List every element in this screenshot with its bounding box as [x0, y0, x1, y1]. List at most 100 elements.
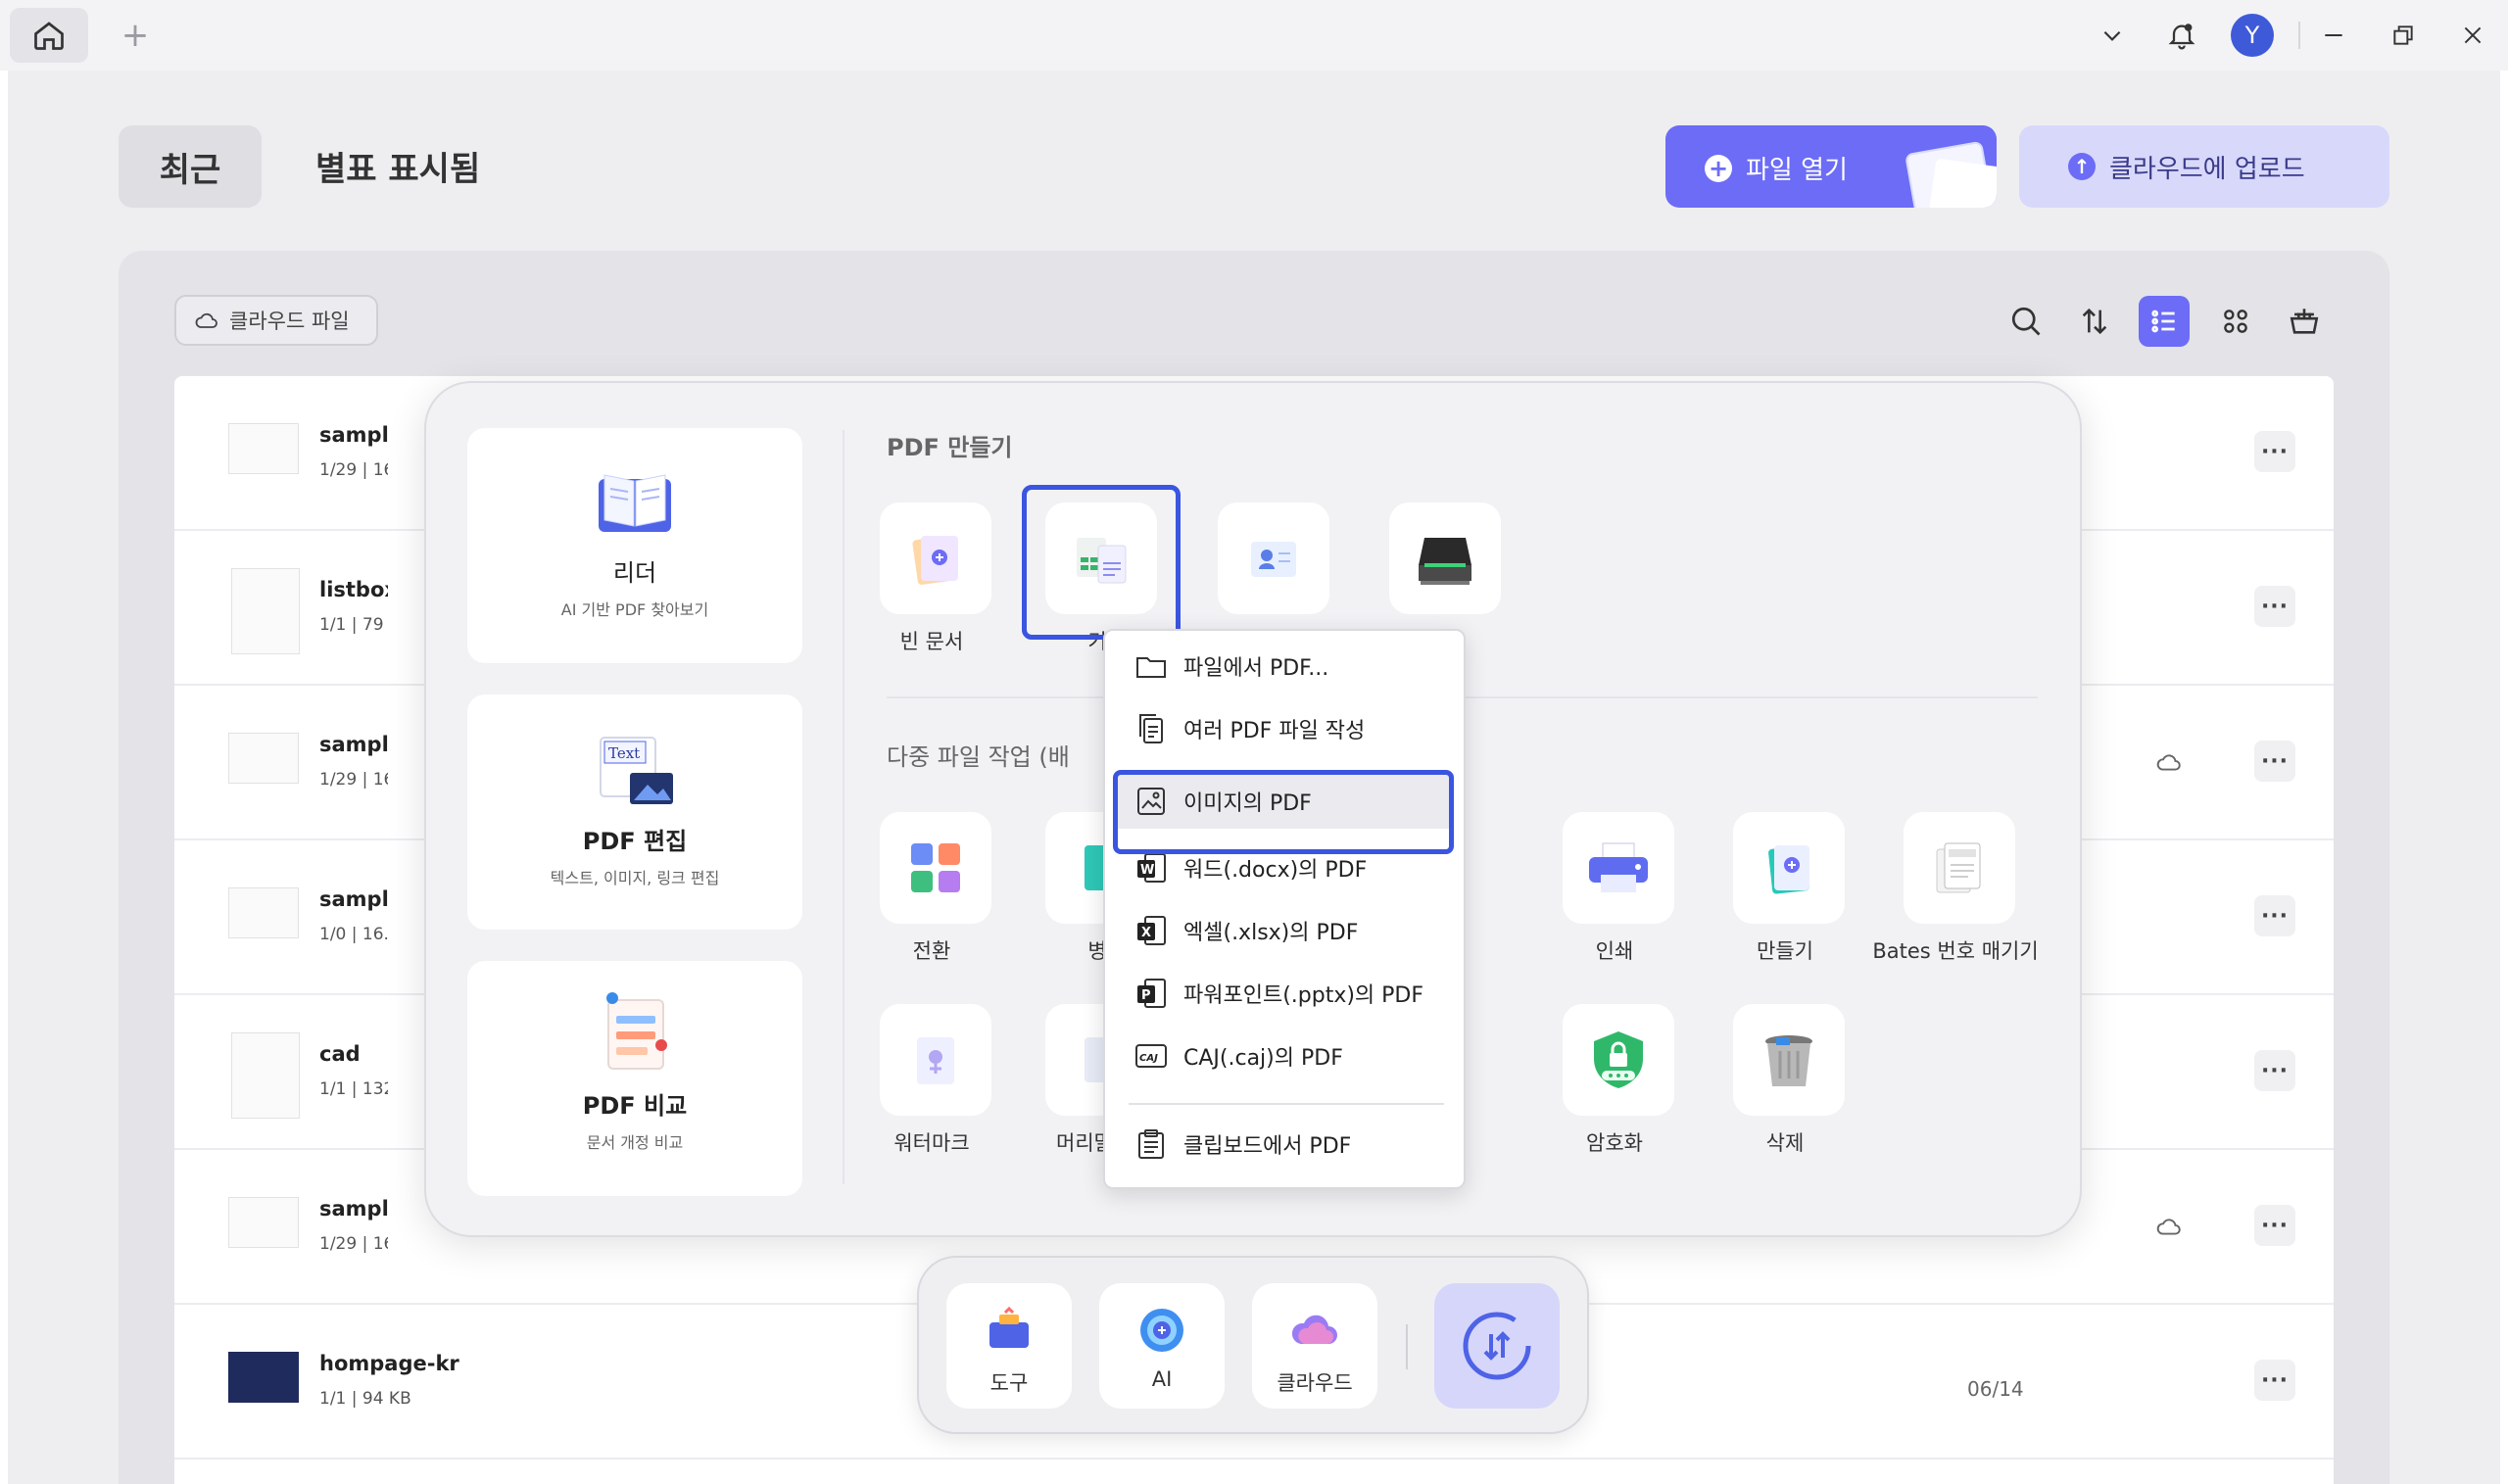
dock-tools-label: 도구: [989, 1371, 1029, 1395]
dock-cloud-button[interactable]: 클라우드: [1252, 1283, 1377, 1409]
more-options-button[interactable]: ···: [2254, 895, 2295, 936]
new-tab-button[interactable]: +: [116, 16, 155, 55]
printer-icon: [1589, 842, 1648, 892]
recycle-bin-button[interactable]: [2279, 296, 2330, 347]
create-batch-tool[interactable]: [1733, 812, 1845, 924]
menu-item-label: 파워포인트(.pptx)의 PDF: [1183, 983, 1424, 1008]
restore-icon: [2393, 25, 2413, 45]
reader-card[interactable]: 리더 AI 기반 PDF 찾아보기: [467, 428, 802, 663]
menu-item-from-file[interactable]: 파일에서 PDF...: [1115, 639, 1454, 694]
grid-view-button[interactable]: [2210, 296, 2261, 347]
dock-divider: [1406, 1324, 1408, 1369]
more-options-button[interactable]: ···: [2254, 1050, 2295, 1091]
convert-tool[interactable]: [880, 812, 991, 924]
edit-pdf-card[interactable]: Text PDF 편집 텍스트, 이미지, 링크 편집: [467, 694, 802, 930]
watermark-tool[interactable]: [880, 1004, 991, 1116]
edit-icon-text: Text: [608, 744, 640, 762]
file-meta: 1/0 | 16.2 MB: [319, 925, 388, 944]
more-options-button[interactable]: ···: [2254, 1360, 2295, 1401]
encrypt-label: 암호화: [1586, 1131, 1643, 1155]
file-thumbnail: [231, 568, 300, 654]
excel-icon: X: [1134, 914, 1168, 947]
dock-ai-label: AI: [1151, 1367, 1173, 1391]
tab-recent[interactable]: 최근: [119, 125, 262, 208]
delete-tool[interactable]: [1733, 1004, 1845, 1116]
scanner-tool[interactable]: [1389, 503, 1501, 614]
file-name: cad: [319, 1042, 361, 1066]
sort-icon: [2082, 308, 2107, 335]
tab-starred[interactable]: 별표 표시됨: [315, 142, 480, 190]
search-button[interactable]: [2001, 296, 2051, 347]
open-file-button[interactable]: + 파일 열기: [1665, 125, 1997, 208]
home-icon: [34, 22, 64, 50]
file-name: sample-file: [319, 423, 388, 447]
convert-label: 전환: [912, 939, 951, 963]
reader-title: 리더: [612, 559, 657, 587]
dock-ai-button[interactable]: AI: [1099, 1283, 1225, 1409]
upload-cloud-button[interactable]: ↑ 클라우드에 업로드: [2019, 125, 2389, 208]
bates-number-icon: [1936, 842, 1981, 893]
file-meta: 1/1 | 94 KB: [319, 1389, 411, 1409]
caj-icon-letters: CAJ: [1139, 1053, 1158, 1064]
edit-pdf-subtitle: 텍스트, 이미지, 링크 편집: [550, 869, 720, 887]
file-name: sample-file: [319, 887, 388, 911]
encrypt-tool[interactable]: [1563, 1004, 1674, 1116]
print-tool[interactable]: [1563, 812, 1674, 924]
dock-tools-button[interactable]: 도구: [946, 1283, 1072, 1409]
menu-item-from-clipboard[interactable]: 클립보드에서 PDF: [1115, 1117, 1454, 1172]
print-label: 인쇄: [1595, 939, 1634, 963]
powerpoint-icon: P: [1134, 977, 1168, 1010]
blank-document-tool[interactable]: [880, 503, 991, 614]
create-pdf-title: PDF 만들기: [887, 434, 1013, 461]
plus-icon: +: [1705, 154, 1732, 182]
notification-button[interactable]: [2160, 14, 2203, 57]
close-icon: [2464, 26, 2482, 44]
document-illustration: [1928, 158, 1997, 208]
search-icon: [2011, 307, 2041, 336]
menu-selection-highlight: [1113, 770, 1454, 854]
more-options-button[interactable]: ···: [2254, 586, 2295, 627]
id-card-icon: [1251, 542, 1296, 577]
file-meta: 1/29 | 16.3 MB: [319, 460, 388, 480]
home-tab[interactable]: [10, 8, 88, 63]
title-bar: + Y: [0, 0, 2508, 71]
excel-icon-letter: X: [1141, 926, 1151, 940]
file-name: sample-file: [319, 733, 388, 756]
compare-pdf-card[interactable]: PDF 비교 문서 개정 비교: [467, 961, 802, 1196]
toolbox-icon: [989, 1306, 1029, 1348]
menu-item-from-excel[interactable]: X 엑셀(.xlsx)의 PDF: [1115, 903, 1454, 958]
bates-numbering-tool[interactable]: [1904, 812, 2015, 924]
close-button[interactable]: [2451, 14, 2494, 57]
avatar[interactable]: Y: [2231, 14, 2274, 57]
bates-numbering-label: Bates 번호 매기기: [1872, 939, 2039, 963]
batch-title: 다중 파일 작업 (배: [887, 743, 1070, 771]
menu-item-multiple-files[interactable]: 여러 PDF 파일 작성: [1115, 701, 1454, 756]
file-thumbnail: [231, 1032, 300, 1119]
bell-icon: [2168, 24, 2195, 50]
menu-item-label: 워드(.docx)의 PDF: [1183, 858, 1368, 883]
id-card-tool[interactable]: [1218, 503, 1329, 614]
folder-icon: [1134, 649, 1168, 683]
sort-button[interactable]: [2069, 296, 2120, 347]
restore-button[interactable]: [2382, 14, 2425, 57]
edit-text-icon: Text: [600, 737, 673, 804]
upload-arrow-icon: ↑: [2068, 153, 2096, 180]
list-view-icon: [2151, 310, 2175, 333]
menu-item-from-powerpoint[interactable]: P 파워포인트(.pptx)의 PDF: [1115, 966, 1454, 1021]
menu-item-from-caj[interactable]: CAJ CAJ(.caj)의 PDF: [1115, 1029, 1454, 1083]
file-meta: 1/1 | 79 KB: [319, 615, 388, 635]
menu-item-label: CAJ(.caj)의 PDF: [1183, 1046, 1343, 1071]
cloud-files-filter[interactable]: 클라우드 파일: [174, 295, 378, 346]
more-options-button[interactable]: ···: [2254, 1205, 2295, 1246]
bottom-dock: 도구 AI 클라우드: [917, 1256, 1589, 1434]
dock-convert-button[interactable]: [1434, 1283, 1560, 1409]
more-options-button[interactable]: ···: [2254, 741, 2295, 782]
create-tool-selection: [1022, 485, 1181, 640]
dropdown-button[interactable]: [2091, 14, 2134, 57]
more-options-button[interactable]: ···: [2254, 431, 2295, 472]
list-view-button[interactable]: [2139, 296, 2190, 347]
cloud-sync-icon: [2155, 1215, 2183, 1242]
minimize-button[interactable]: [2312, 14, 2355, 57]
transfer-icon: [1463, 1312, 1531, 1380]
compare-icon: [606, 992, 667, 1070]
